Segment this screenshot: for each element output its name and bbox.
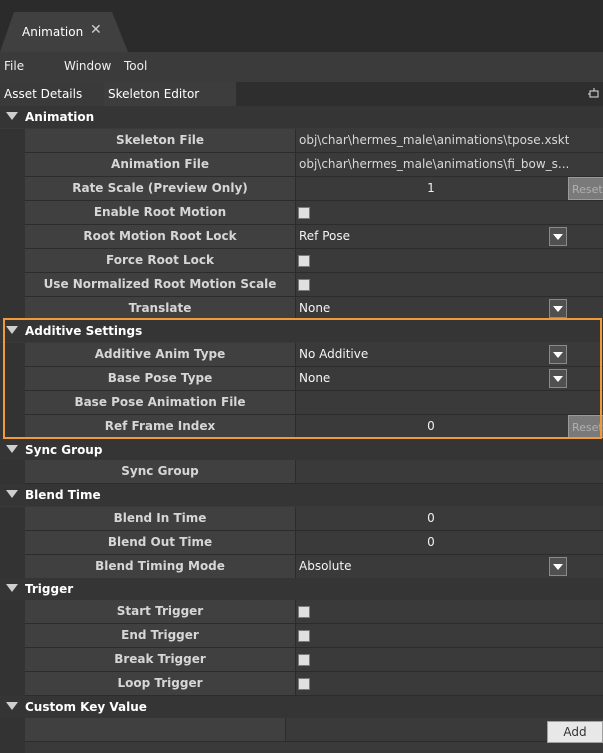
section-custom-key-value[interactable]: Custom Key Value: [0, 696, 603, 718]
blend-in-input[interactable]: 0: [296, 511, 566, 525]
property-label: Rate Scale (Preview Only): [25, 177, 295, 201]
chevron-down-icon[interactable]: [549, 227, 567, 246]
skeleton-file-value[interactable]: obj\char\hermes_male\animations\tpose.xs…: [299, 133, 569, 147]
section-label: Blend Time: [25, 488, 101, 502]
rate-scale-input[interactable]: 1: [296, 181, 566, 195]
row-additive-anim-type: Additive Anim Type No Additive: [0, 343, 603, 367]
section-additive-settings[interactable]: Additive Settings: [0, 320, 603, 342]
custom-key-value-row: [0, 718, 603, 753]
row-blend-in: Blend In Time 0: [0, 507, 603, 531]
add-button[interactable]: Add: [547, 721, 603, 743]
collapse-triangle-icon[interactable]: [6, 490, 18, 498]
row-ref-frame-index: Ref Frame Index 0 Reset: [0, 415, 603, 439]
row-end-trigger: End Trigger: [0, 624, 603, 648]
row-sync-group: Sync Group: [0, 460, 603, 484]
collapse-triangle-icon[interactable]: [6, 702, 18, 710]
use-normalized-scale-checkbox[interactable]: [298, 279, 310, 291]
collapse-triangle-icon[interactable]: [6, 112, 18, 120]
force-root-lock-checkbox[interactable]: [298, 255, 310, 267]
collapse-triangle-icon[interactable]: [6, 584, 18, 592]
property-label: Break Trigger: [25, 648, 295, 672]
property-label: Blend Out Time: [25, 531, 295, 555]
break-trigger-checkbox[interactable]: [298, 654, 310, 666]
row-blend-out: Blend Out Time 0: [0, 531, 603, 555]
property-label: Base Pose Animation File: [25, 391, 295, 415]
row-start-trigger: Start Trigger: [0, 600, 603, 624]
tab-skeleton-editor[interactable]: Skeleton Editor: [104, 82, 236, 106]
section-trigger[interactable]: Trigger: [0, 578, 603, 600]
row-base-pose-type: Base Pose Type None: [0, 367, 603, 391]
section-sync-group[interactable]: Sync Group: [0, 439, 603, 461]
additive-type-select[interactable]: No Additive: [299, 347, 569, 361]
property-grid: Animation Skeleton File obj\char\hermes_…: [0, 106, 603, 753]
row-base-pose-file: Base Pose Animation File: [0, 391, 603, 415]
property-label: Force Root Lock: [25, 249, 295, 273]
close-icon[interactable]: ✕: [90, 22, 102, 38]
row-enable-root-motion: Enable Root Motion: [0, 201, 603, 225]
property-label: Additive Anim Type: [25, 343, 295, 367]
tab-title: Animation: [22, 25, 84, 39]
tab-bar: Animation ✕: [0, 0, 603, 52]
chevron-down-icon[interactable]: [549, 369, 567, 388]
translate-select[interactable]: None: [299, 301, 569, 315]
row-break-trigger: Break Trigger: [0, 648, 603, 672]
menu-window[interactable]: Window: [64, 59, 111, 73]
row-root-motion-lock: Root Motion Root Lock Ref Pose: [0, 225, 603, 249]
menu-file[interactable]: File: [4, 59, 24, 73]
subtab-bar: Asset Details Skeleton Editor: [0, 82, 603, 106]
row-use-normalized-scale: Use Normalized Root Motion Scale: [0, 273, 603, 297]
property-label: Blend Timing Mode: [25, 555, 295, 579]
menu-bar: File Window Tool: [0, 52, 603, 82]
ref-frame-input[interactable]: 0: [296, 419, 566, 433]
property-label: Sync Group: [25, 460, 295, 484]
section-blend-time[interactable]: Blend Time: [0, 484, 603, 506]
row-blend-mode: Blend Timing Mode Absolute: [0, 555, 603, 579]
property-label: Start Trigger: [25, 600, 295, 624]
tab-animation[interactable]: Animation ✕: [0, 12, 128, 52]
row-skeleton-file: Skeleton File obj\char\hermes_male\anima…: [0, 129, 603, 153]
row-loop-trigger: Loop Trigger: [0, 672, 603, 696]
reset-button[interactable]: Reset: [568, 177, 603, 200]
collapse-triangle-icon[interactable]: [6, 326, 18, 334]
row-force-root-lock: Force Root Lock: [0, 249, 603, 273]
property-label: Blend In Time: [25, 507, 295, 531]
section-label: Sync Group: [25, 443, 103, 457]
property-label: Ref Frame Index: [25, 415, 295, 439]
row-translate: Translate None: [0, 297, 603, 321]
chevron-down-icon[interactable]: [549, 345, 567, 364]
section-label: Animation: [25, 110, 95, 124]
row-rate-scale: Rate Scale (Preview Only) 1 Reset: [0, 177, 603, 201]
pin-icon[interactable]: [588, 88, 600, 100]
property-label: Root Motion Root Lock: [25, 225, 295, 249]
reset-button[interactable]: Reset: [568, 415, 603, 438]
base-pose-type-select[interactable]: None: [299, 371, 569, 385]
property-label: Enable Root Motion: [25, 201, 295, 225]
blend-out-input[interactable]: 0: [296, 535, 566, 549]
section-label: Trigger: [25, 582, 74, 596]
loop-trigger-checkbox[interactable]: [298, 678, 310, 690]
end-trigger-checkbox[interactable]: [298, 630, 310, 642]
property-label: Loop Trigger: [25, 672, 295, 696]
row-animation-file: Animation File obj\char\hermes_male\anim…: [0, 153, 603, 177]
start-trigger-checkbox[interactable]: [298, 606, 310, 618]
section-label: Custom Key Value: [25, 700, 147, 714]
property-label: Use Normalized Root Motion Scale: [25, 273, 295, 297]
property-label: Animation File: [25, 153, 295, 177]
property-label: Base Pose Type: [25, 367, 295, 391]
property-label: End Trigger: [25, 624, 295, 648]
property-label: Skeleton File: [25, 129, 295, 153]
blend-mode-select[interactable]: Absolute: [299, 559, 569, 573]
enable-root-motion-checkbox[interactable]: [298, 207, 310, 219]
section-label: Additive Settings: [25, 324, 143, 338]
animation-file-value[interactable]: obj\char\hermes_male\animations\fi_bow_s…: [299, 157, 569, 171]
property-label: Translate: [25, 297, 295, 321]
tab-asset-details[interactable]: Asset Details: [0, 82, 108, 106]
chevron-down-icon[interactable]: [549, 557, 567, 576]
chevron-down-icon[interactable]: [549, 299, 567, 318]
menu-tool[interactable]: Tool: [124, 59, 147, 73]
section-animation[interactable]: Animation: [0, 106, 603, 128]
root-motion-lock-select[interactable]: Ref Pose: [299, 229, 569, 243]
collapse-triangle-icon[interactable]: [6, 445, 18, 453]
